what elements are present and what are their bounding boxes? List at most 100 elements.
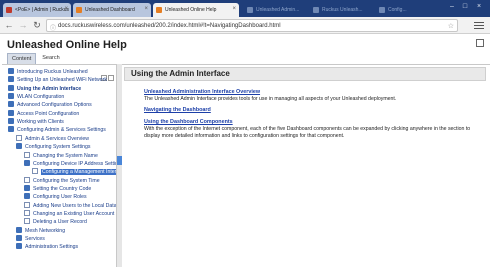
maximize-icon[interactable]: □ [459, 2, 471, 12]
toc-item[interactable]: Configuring Admin & Services Settings [8, 126, 106, 133]
topic-section: Using the Dashboard Components With the … [144, 119, 479, 139]
background-tab[interactable]: Unleashed Admin... [244, 3, 306, 17]
collapse-all-icon[interactable] [108, 75, 114, 81]
tab-title: Ruckus Unleash... [322, 7, 363, 13]
toc-item-label: Introducing Ruckus Unleashed [17, 69, 88, 75]
reload-icon[interactable]: ↻ [31, 19, 43, 31]
page-icon [24, 218, 30, 225]
toc-item[interactable]: Deleting a User Record [24, 218, 87, 225]
toc-item[interactable]: Configuring Device IP Address Settings [24, 159, 117, 167]
toc-item[interactable]: Changing an Existing User Account [24, 209, 114, 217]
tab-favicon [76, 7, 82, 13]
browser-tab-2[interactable]: Unleashed Dashboard × [73, 3, 151, 17]
toc-item[interactable]: Mesh Networking [16, 226, 66, 234]
tab-search[interactable]: Search [38, 53, 63, 63]
toc-item[interactable]: Configuring User Roles [24, 193, 87, 200]
tab-favicon [379, 7, 385, 13]
background-tab[interactable]: Config... [376, 3, 428, 17]
book-icon [8, 109, 14, 116]
browser-tab-3[interactable]: Unleashed Online Help × [153, 3, 239, 17]
tab-title: <PoE> | Admin | Ruckus [15, 7, 70, 13]
close-icon[interactable]: × [232, 6, 236, 12]
back-icon[interactable]: ← [3, 19, 15, 31]
book-icon [16, 235, 22, 241]
toc-item-label: Advanced Configuration Options [17, 102, 92, 109]
close-icon[interactable]: × [64, 6, 68, 12]
book-icon [24, 184, 30, 191]
page-title: Unleashed Online Help [7, 39, 127, 51]
toc-item[interactable]: Configuring System Settings [16, 143, 90, 150]
toc-item-label: Configuring User Roles [33, 194, 87, 201]
section-link[interactable]: Unleashed Administration Interface Overv… [144, 89, 479, 95]
toc-item[interactable]: Admin & Services Overview [16, 134, 89, 142]
book-icon [8, 84, 14, 91]
toc-item[interactable]: Setting Up an Unleashed WiFi Network [8, 76, 107, 83]
toc-item-label: Configuring System Settings [25, 144, 91, 151]
toc-item-label: Admin & Services Overview [25, 135, 89, 142]
toc-item-label: Services [25, 236, 45, 242]
toc-item-label: Using the Admin Interface [17, 85, 82, 92]
toc-item-label: Configuring a Management Interface [41, 169, 116, 176]
topic-header: Using the Admin Interface [124, 67, 486, 81]
menu-icon[interactable] [474, 20, 484, 30]
book-icon [24, 193, 30, 200]
toc-item[interactable]: Adding New Users to the Local Databas [24, 201, 117, 209]
toc-item[interactable]: Access Point Configuration [8, 109, 80, 117]
book-icon [8, 68, 14, 74]
toc-item[interactable]: Changing the System Name [24, 151, 98, 159]
address-bar[interactable]: ⓘ docs.ruckuswireless.com/unleashed/200.… [46, 19, 458, 32]
toc-item[interactable]: Configuring a Management Interface [32, 168, 116, 176]
page-info-icon[interactable]: ⓘ [50, 23, 56, 31]
tab-title: Unleashed Admin... [256, 7, 300, 13]
section-link[interactable]: Using the Dashboard Components [144, 119, 479, 125]
toc-item-label: Configuring Device IP Address Settings [33, 160, 117, 167]
toc-item-label: Adding New Users to the Local Databas [33, 202, 117, 209]
book-icon [8, 93, 14, 100]
url-text: docs.ruckuswireless.com/unleashed/200.2/… [58, 23, 281, 29]
bookmark-star-icon[interactable]: ☆ [448, 22, 454, 30]
book-icon [16, 143, 22, 150]
section-link[interactable]: Navigating the Dashboard [144, 107, 479, 113]
tab-favicon [156, 7, 162, 13]
background-tab[interactable]: Ruckus Unleash... [310, 3, 372, 17]
page-icon [16, 134, 22, 141]
minimize-icon[interactable]: – [446, 2, 458, 12]
section-description: The Unleashed Admin Interface provides t… [144, 96, 397, 102]
toc-item[interactable]: Services [16, 235, 45, 242]
toc-item[interactable]: Administration Settings [16, 243, 78, 250]
forward-icon[interactable]: → [17, 19, 29, 31]
toc-item[interactable]: Working with Clients [8, 118, 64, 125]
toc-item[interactable]: WLAN Configuration [8, 93, 64, 100]
toc-item[interactable]: Setting the Country Code [24, 184, 91, 192]
toc-item-label: Access Point Configuration [17, 110, 80, 117]
help-tabs: Content Search [7, 53, 66, 65]
toc-item[interactable]: Using the Admin Interface [8, 84, 82, 92]
page-icon [32, 168, 38, 175]
toc-item-label: Configuring Admin & Services Settings [17, 127, 106, 134]
page-icon [24, 201, 30, 208]
tab-favicon [247, 7, 253, 13]
close-icon[interactable]: × [144, 6, 148, 12]
section-description: With the exception of the Internet compo… [144, 126, 471, 139]
toc-item-label: Mesh Networking [25, 227, 66, 234]
toc-item-label: Setting Up an Unleashed WiFi Network [17, 77, 107, 84]
toc-item-label: Changing the System Name [33, 152, 98, 159]
page-icon [24, 209, 30, 216]
toc-item[interactable]: Advanced Configuration Options [8, 101, 92, 108]
book-icon [16, 226, 22, 233]
toc-item-label: Working with Clients [17, 119, 64, 126]
browser-tab-1[interactable]: <PoE> | Admin | Ruckus × [3, 3, 71, 17]
page-icon [24, 176, 30, 183]
toc-item[interactable]: Introducing Ruckus Unleashed [8, 68, 88, 75]
book-icon [8, 101, 14, 108]
toc-item-label: WLAN Configuration [17, 94, 65, 101]
topic-pane: Using the Admin Interface Unleashed Admi… [122, 64, 490, 267]
close-window-icon[interactable]: × [473, 2, 485, 12]
book-icon [8, 126, 14, 133]
tab-title: Config... [388, 7, 407, 13]
book-icon [8, 118, 14, 125]
browser-toolbar: ← → ↻ ⓘ docs.ruckuswireless.com/unleashe… [0, 17, 490, 34]
toc-item[interactable]: Configuring the System Time [24, 176, 100, 184]
print-icon[interactable] [476, 39, 484, 47]
book-icon [24, 159, 30, 166]
